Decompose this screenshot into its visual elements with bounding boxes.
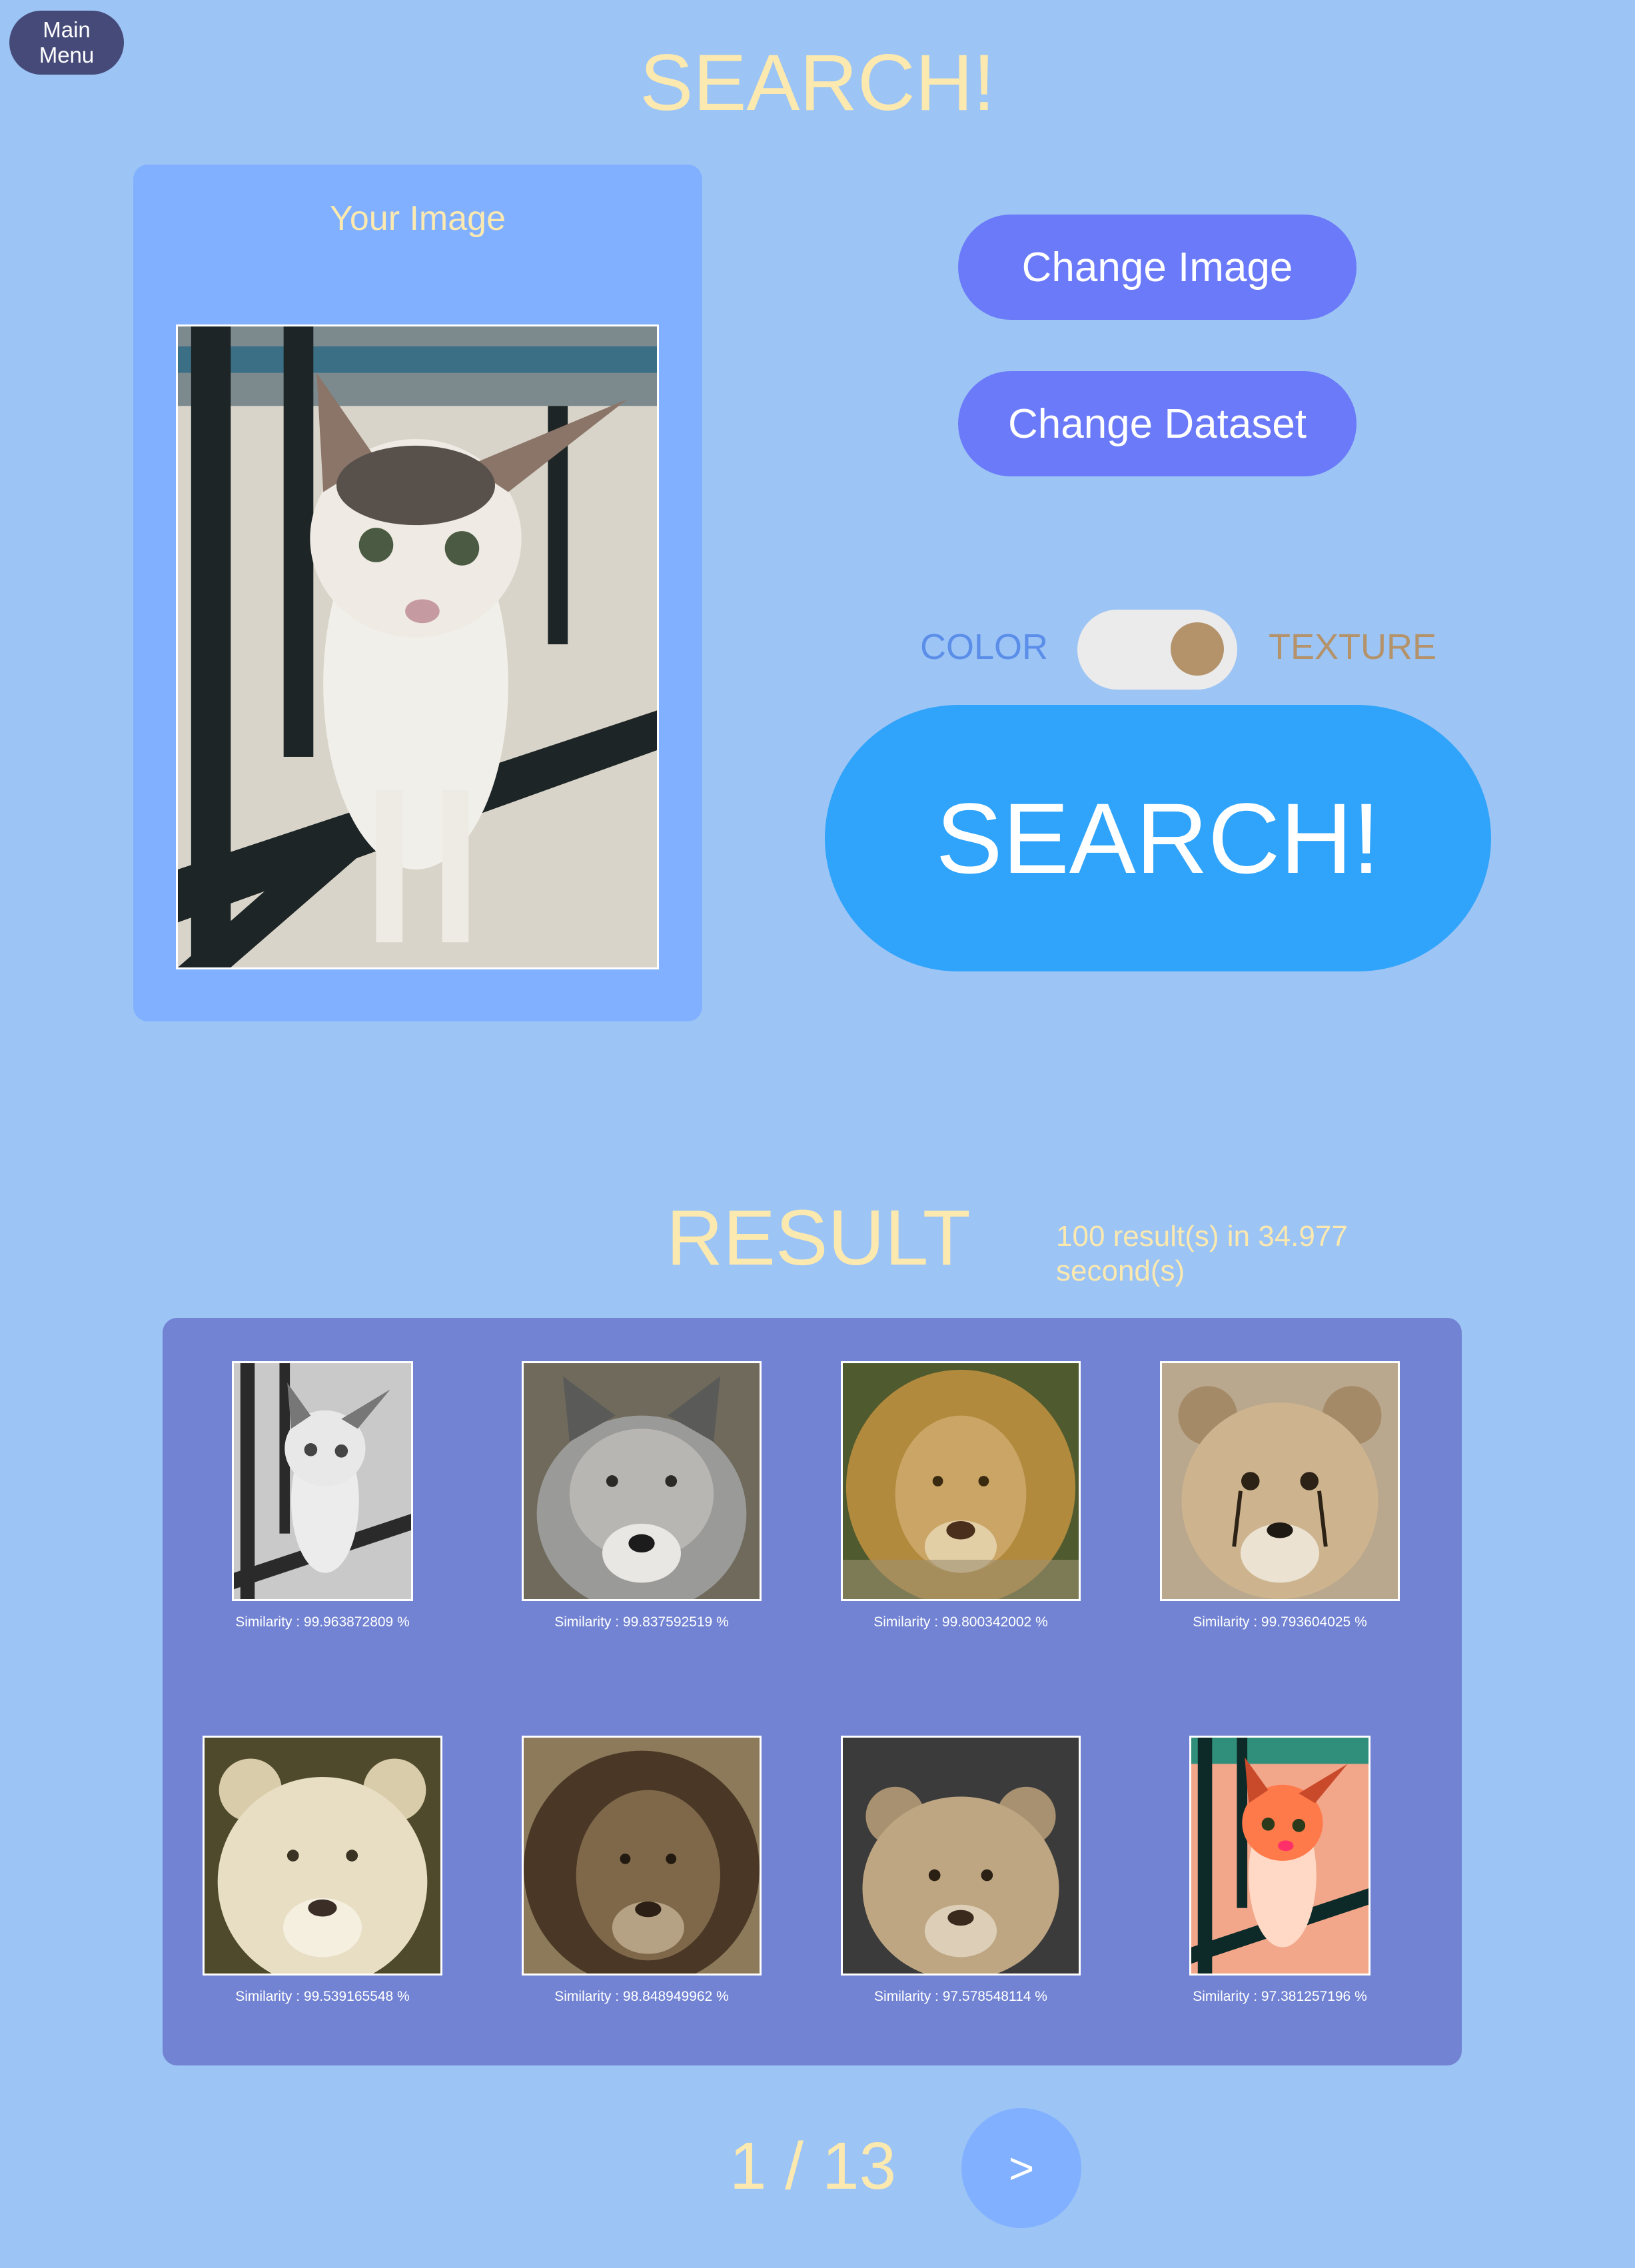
- similarity-caption: Similarity : 97.381257196 %: [1193, 1989, 1367, 2004]
- similarity-caption: Similarity : 98.848949962 %: [554, 1989, 729, 2004]
- result-thumbnail[interactable]: [841, 1736, 1081, 1976]
- page-title: SEARCH!: [640, 38, 995, 127]
- similarity-caption: Similarity : 99.539165548 %: [235, 1989, 410, 2004]
- result-thumbnail[interactable]: [522, 1736, 762, 1976]
- similarity-caption: Similarity : 99.963872809 %: [235, 1614, 410, 1630]
- toggle-label-color: COLOR: [919, 627, 1049, 667]
- toggle-knob: [1171, 622, 1224, 676]
- result-thumbnail[interactable]: [232, 1361, 413, 1601]
- similarity-caption: Similarity : 99.837592519 %: [554, 1614, 729, 1630]
- result-thumbnail[interactable]: [1160, 1361, 1400, 1601]
- result-thumbnail[interactable]: [203, 1736, 442, 1976]
- toggle-label-texture: TEXTURE: [1268, 627, 1437, 667]
- similarity-caption: Similarity : 99.793604025 %: [1193, 1614, 1367, 1630]
- change-dataset-button[interactable]: Change Dataset: [958, 371, 1357, 476]
- result-thumbnail[interactable]: [841, 1361, 1081, 1601]
- search-button[interactable]: SEARCH!: [825, 705, 1491, 971]
- similarity-caption: Similarity : 99.800342002 %: [873, 1614, 1048, 1630]
- result-thumbnail[interactable]: [522, 1361, 762, 1601]
- uploaded-image: [176, 324, 659, 969]
- change-image-button[interactable]: Change Image: [958, 215, 1357, 320]
- result-title: RESULT: [666, 1194, 971, 1282]
- similarity-caption: Similarity : 97.578548114 %: [874, 1989, 1047, 2004]
- next-page-button[interactable]: >: [961, 2108, 1081, 2228]
- result-thumbnail[interactable]: [1189, 1736, 1370, 1976]
- result-summary: 100 result(s) in 34.977 second(s): [1056, 1220, 1348, 1287]
- image-panel-title: Your Image: [329, 199, 506, 238]
- page-indicator: 1 / 13: [729, 2129, 897, 2203]
